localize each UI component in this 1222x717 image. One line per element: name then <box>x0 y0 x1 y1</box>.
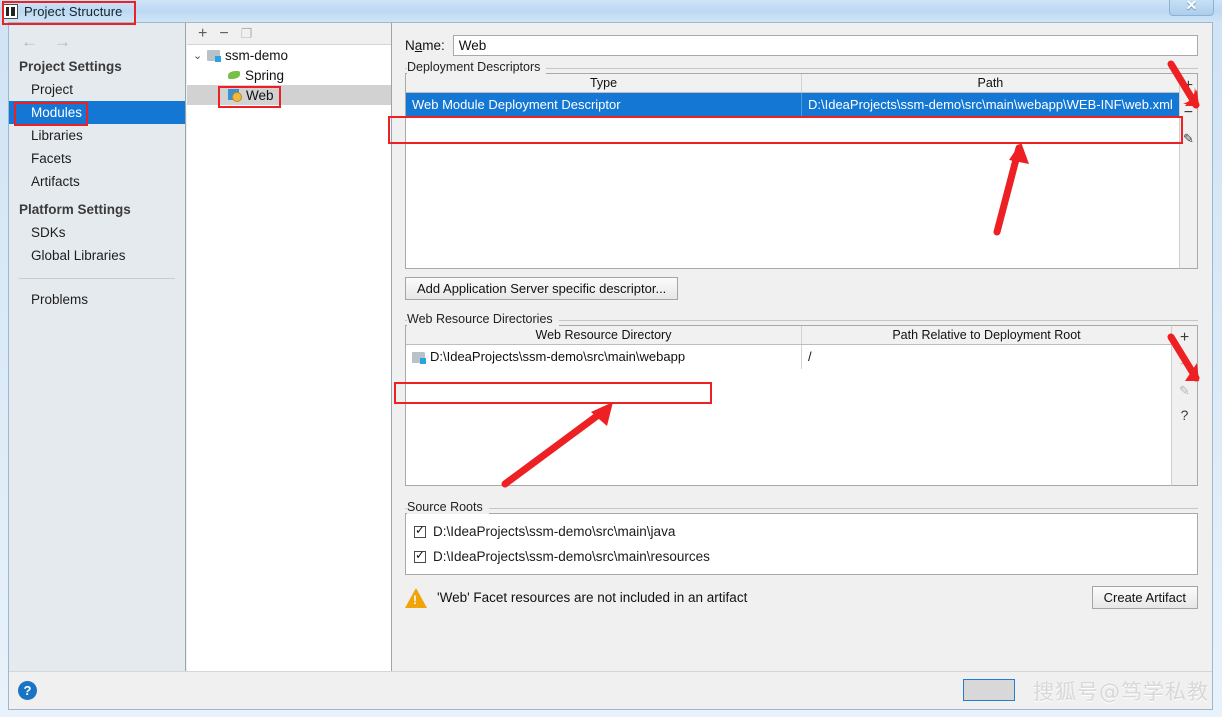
warning-triangle-icon <box>405 587 427 608</box>
cell-web-resource-directory: D:\IdeaProjects\ssm-demo\src\main\webapp <box>406 345 802 369</box>
sidebar-item-facets[interactable]: Facets <box>9 147 185 170</box>
source-roots-list: D:\IdeaProjects\ssm-demo\src\main\java D… <box>405 513 1198 575</box>
table-row[interactable]: D:\IdeaProjects\ssm-demo\src\main\webapp… <box>406 345 1171 369</box>
cell-path: D:\IdeaProjects\ssm-demo\src\main\webapp… <box>808 97 1173 112</box>
sidebar-item-sdks[interactable]: SDKs <box>9 221 185 244</box>
intellij-idea-icon <box>3 3 18 19</box>
module-tree-panel: + − ❐ ⌄ ssm-demo Spring Web <box>187 23 392 671</box>
table-row[interactable]: Web Module Deployment Descriptor D:\Idea… <box>406 93 1179 117</box>
source-root-label: D:\IdeaProjects\ssm-demo\src\main\resour… <box>433 549 710 564</box>
web-resource-directories-table: Web Resource Directory Path Relative to … <box>405 325 1171 486</box>
spring-leaf-icon <box>228 69 241 81</box>
settings-sidebar: ← → Project Settings Project Modules Lib… <box>9 23 186 671</box>
name-label: Name: <box>405 38 445 53</box>
back-arrow-icon[interactable]: ← <box>21 33 38 50</box>
forward-arrow-icon[interactable]: → <box>54 33 71 50</box>
chevron-down-icon[interactable]: ⌄ <box>193 49 207 62</box>
cell-text: D:\IdeaProjects\ssm-demo\src\main\webapp <box>430 349 686 364</box>
list-item[interactable]: D:\IdeaProjects\ssm-demo\src\main\resour… <box>406 544 1197 569</box>
list-item[interactable]: D:\IdeaProjects\ssm-demo\src\main\java <box>406 519 1197 544</box>
checkbox-icon[interactable] <box>414 548 426 563</box>
web-resource-directories-group: Web Resource Directories Web Resource Di… <box>405 312 1198 486</box>
tree-node-spring[interactable]: Spring <box>187 65 391 85</box>
add-module-button[interactable]: + <box>198 25 207 42</box>
artifact-warning-row: 'Web' Facet resources are not included i… <box>405 586 1198 609</box>
name-row: Name: Web <box>393 23 1212 56</box>
name-input[interactable]: Web <box>452 35 1198 56</box>
edit-web-resource-button[interactable]: ✎ <box>1179 384 1190 397</box>
web-facet-icon <box>228 88 242 102</box>
table-header: Type Path <box>406 74 1179 93</box>
sidebar-item-modules[interactable]: Modules <box>9 101 185 124</box>
watermark-text: 搜狐号@笃学私教 <box>1033 680 1209 704</box>
folder-icon <box>412 351 426 364</box>
remove-descriptor-button[interactable]: − <box>1184 105 1193 121</box>
dialog-body: ← → Project Settings Project Modules Lib… <box>8 22 1213 710</box>
facet-content-pane: Name: Web Deployment Descriptors Type Pa… <box>393 23 1212 671</box>
module-folder-icon <box>207 49 221 62</box>
create-artifact-button[interactable]: Create Artifact <box>1091 586 1198 609</box>
module-tree-toolbar: + − ❐ <box>187 23 391 45</box>
source-roots-title: Source Roots <box>407 500 489 514</box>
sidebar-item-problems[interactable]: Problems <box>9 288 185 311</box>
sidebar-group-project-settings: Project Settings <box>19 59 122 74</box>
close-icon[interactable]: ✕ <box>1169 0 1214 16</box>
deployment-descriptors-table-wrap: Type Path Web Module Deployment Descript… <box>405 73 1198 269</box>
help-web-resource-button[interactable]: ? <box>1181 408 1189 422</box>
column-header-type[interactable]: Type <box>406 74 802 92</box>
copy-module-button[interactable]: ❐ <box>241 27 253 40</box>
source-root-label: D:\IdeaProjects\ssm-demo\src\main\java <box>433 524 676 539</box>
edit-descriptor-button[interactable]: ✎ <box>1183 132 1194 145</box>
cell-type: Web Module Deployment Descriptor <box>406 93 802 117</box>
web-resource-toolbar: + − ✎ ? <box>1171 325 1198 486</box>
sidebar-group-platform-settings: Platform Settings <box>19 202 131 217</box>
group-divider <box>405 508 1198 509</box>
remove-web-resource-button[interactable]: − <box>1180 357 1189 373</box>
add-descriptor-button[interactable]: + <box>1184 78 1193 94</box>
project-structure-window: Project Structure ✕ ← → Project Settings… <box>0 0 1222 717</box>
source-roots-group: Source Roots D:\IdeaProjects\ssm-demo\sr… <box>405 500 1198 575</box>
tree-node-label: ssm-demo <box>225 47 289 63</box>
sidebar-nav: ← → <box>9 23 185 50</box>
tree-node-ssm-demo[interactable]: ⌄ ssm-demo <box>187 45 391 65</box>
deployment-descriptors-table: Type Path Web Module Deployment Descript… <box>405 73 1179 269</box>
deployment-descriptors-group: Deployment Descriptors Type Path Web Mod… <box>405 60 1198 300</box>
window-title: Project Structure <box>24 3 123 19</box>
web-resource-directories-title: Web Resource Directories <box>407 312 559 326</box>
tree-node-label: Spring <box>245 67 285 83</box>
add-server-descriptor-row: Add Application Server specific descript… <box>405 277 1198 300</box>
window-titlebar: Project Structure ✕ <box>0 0 1222 22</box>
sidebar-item-libraries[interactable]: Libraries <box>9 124 185 147</box>
sidebar-item-artifacts[interactable]: Artifacts <box>9 170 185 193</box>
warning-message: 'Web' Facet resources are not included i… <box>437 590 748 605</box>
sidebar-divider <box>19 278 175 279</box>
remove-module-button[interactable]: − <box>219 25 228 42</box>
checkbox-icon[interactable] <box>414 523 426 538</box>
column-header-relative-path[interactable]: Path Relative to Deployment Root <box>802 326 1171 344</box>
watermark-chip <box>963 679 1015 701</box>
tree-node-web[interactable]: Web <box>187 85 391 105</box>
table-header: Web Resource Directory Path Relative to … <box>406 326 1171 345</box>
deployment-descriptors-title: Deployment Descriptors <box>407 60 547 74</box>
add-web-resource-button[interactable]: + <box>1180 330 1189 346</box>
help-icon[interactable]: ? <box>18 681 37 700</box>
column-header-web-resource-directory[interactable]: Web Resource Directory <box>406 326 802 344</box>
cell-relative-path: / <box>808 349 812 364</box>
watermark: 搜狐号@笃学私教 <box>963 676 1209 706</box>
web-resource-table-wrap: Web Resource Directory Path Relative to … <box>405 325 1198 486</box>
sidebar-item-global-libraries[interactable]: Global Libraries <box>9 244 185 267</box>
tree-node-label: Web <box>246 87 274 103</box>
add-application-server-descriptor-button[interactable]: Add Application Server specific descript… <box>405 277 679 300</box>
deployment-descriptors-toolbar: + − ✎ <box>1178 73 1198 269</box>
sidebar-item-project[interactable]: Project <box>9 78 185 101</box>
column-header-path[interactable]: Path <box>802 74 1179 92</box>
